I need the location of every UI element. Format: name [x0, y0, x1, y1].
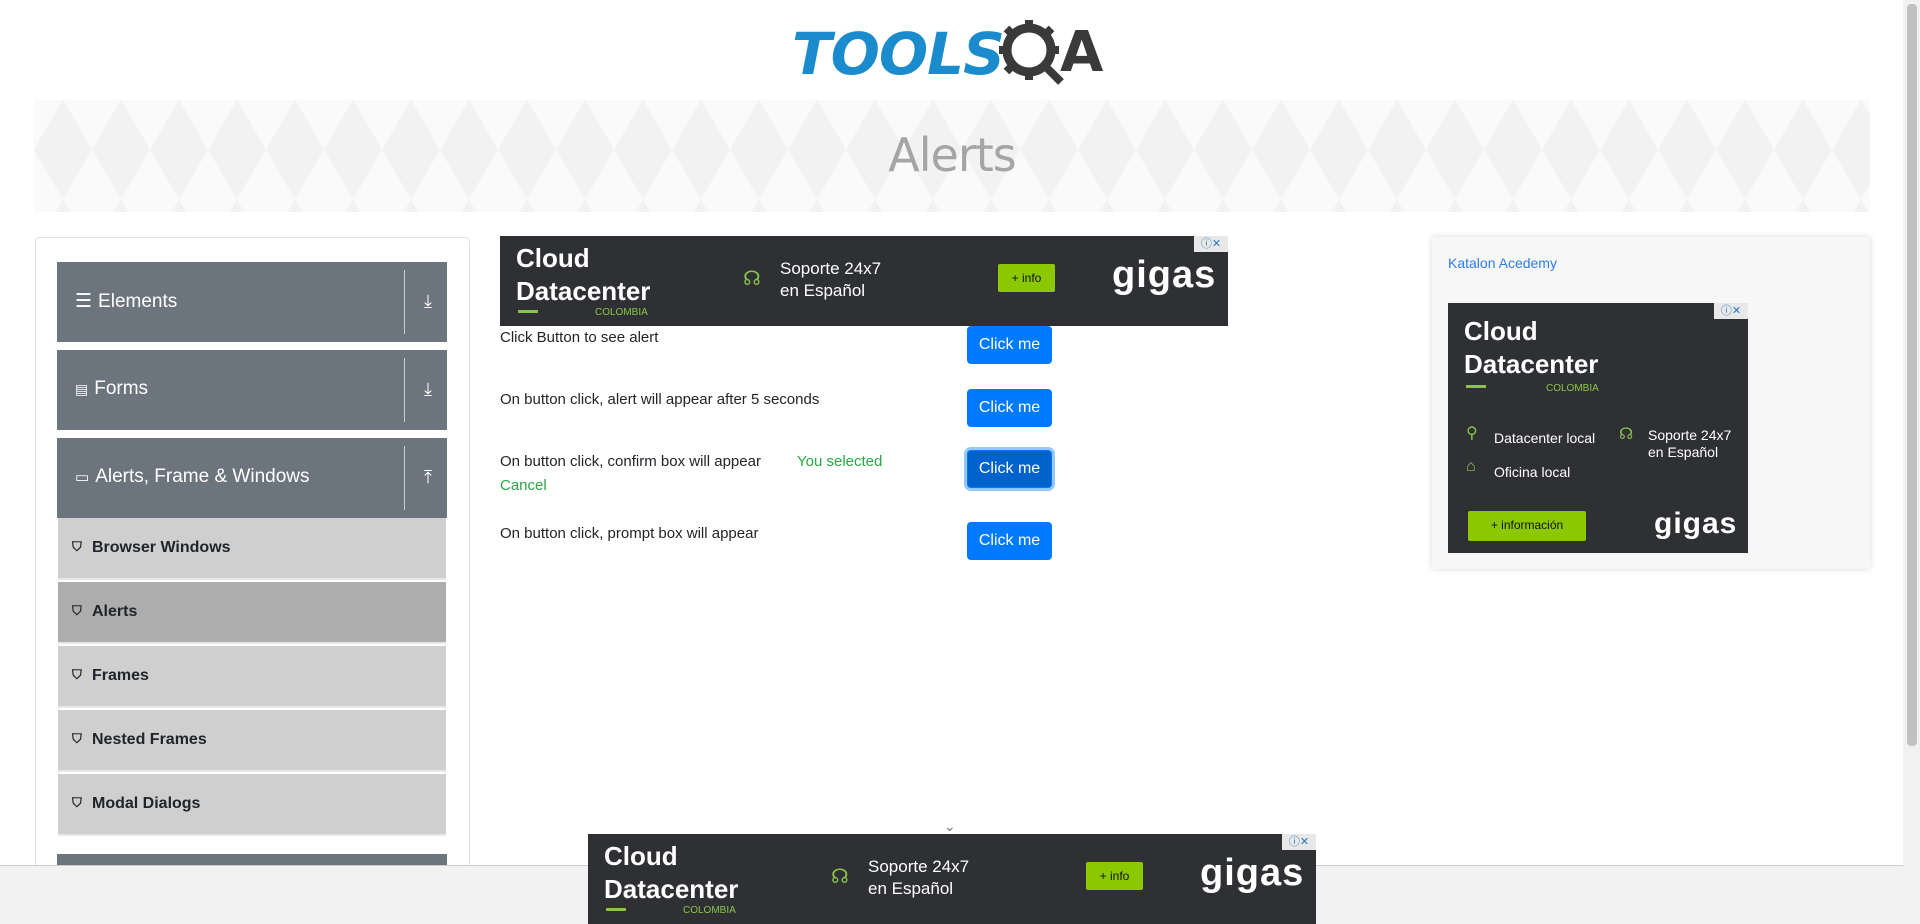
group-elements[interactable]: ☰ Elements ⤓ [57, 262, 447, 342]
sidebar-item-browser-windows[interactable]: ⛉ Browser Windows [58, 518, 446, 580]
chevron-down-icon[interactable]: ⌄ [944, 818, 956, 835]
logo-tools-text: TOOLS [792, 20, 1005, 88]
ad-country: COLOMBIA [595, 307, 648, 318]
ad-feature: Datacenter local [1494, 430, 1596, 446]
headset-icon: ☊ [1619, 426, 1634, 443]
location-pin-icon: ⚲ [1466, 425, 1478, 442]
confirm-button[interactable]: Click me [967, 450, 1052, 488]
page-title: Alerts [888, 128, 1016, 182]
home-icon: ⌂ [1466, 458, 1476, 475]
ad-support: Soporte 24x7 [868, 857, 970, 876]
ad-close-icon[interactable]: ⓘ✕ [1194, 236, 1228, 252]
ad-support: en Español [868, 879, 954, 898]
download-arrow-icon: ⤓ [424, 379, 432, 399]
alert-button[interactable]: Click me [967, 326, 1052, 364]
prompt-row-text: On button click, prompt box will appear [500, 525, 759, 542]
ad-brand: gigas [1200, 852, 1305, 894]
confirm-row-text: On button click, confirm box will appear [500, 453, 761, 470]
ad-accent [606, 908, 626, 911]
divider [404, 446, 405, 510]
hamburger-icon: ☰ [75, 291, 93, 312]
ad-country: COLOMBIA [683, 905, 736, 916]
prompt-button[interactable]: Click me [967, 522, 1052, 560]
ad-title: Cloud [604, 841, 678, 871]
ad-support: en Español [780, 281, 866, 300]
ad-title: Cloud [516, 243, 590, 273]
ad-feature: en Español [1648, 444, 1719, 460]
confirm-result: You selected [797, 453, 883, 470]
ad-info-button[interactable]: + info [998, 264, 1055, 292]
timer-alert-row-text: On button click, alert will appear after… [500, 391, 820, 408]
sidebar-item-label: Browser Windows [92, 539, 231, 556]
ad-banner-bottom[interactable]: Cloud Datacenter COLOMBIA ☊ Soporte 24x7 e… [588, 834, 1316, 924]
headset-icon: ☊ [831, 866, 849, 888]
download-arrow-icon: ⤓ [424, 291, 432, 311]
form-icon: ▤ [75, 380, 89, 397]
confirm-result-value: Cancel [500, 477, 547, 494]
html5-icon: ⛉ [72, 731, 82, 746]
ad-brand: gigas [1112, 254, 1217, 296]
ad-banner-top[interactable]: Cloud Datacenter COLOMBIA ☊ Soporte 24x7 e… [500, 236, 1228, 326]
ad-feature: Soporte 24x7 [1648, 427, 1732, 443]
group-forms-label: Forms [94, 378, 149, 399]
sidebar-item-nested-frames[interactable]: ⛉ Nested Frames [58, 710, 446, 772]
ad-info-button[interactable]: + info [1086, 862, 1143, 890]
group-elements-label: Elements [98, 290, 178, 312]
ad-brand: gigas [1654, 507, 1738, 540]
sidebar-item-modal-dialogs[interactable]: ⛉ Modal Dialogs [58, 774, 446, 836]
sidebar-item-frames[interactable]: ⛉ Frames [58, 646, 446, 708]
headset-icon: ☊ [743, 268, 761, 290]
group-forms[interactable]: ▤ Forms ⤓ [57, 350, 447, 430]
ad-support: Soporte 24x7 [780, 259, 882, 278]
html5-icon: ⛉ [72, 539, 82, 554]
sidebar-item-label: Alerts [92, 603, 138, 620]
alert-row-text: Click Button to see alert [500, 329, 659, 346]
sidebar-item-label: Nested Frames [92, 731, 207, 748]
ad-info-button[interactable]: + información [1468, 511, 1586, 541]
group-alerts-label: Alerts, Frame & Windows [95, 466, 310, 487]
gear-magnifier-icon [999, 20, 1064, 85]
ad-accent [1466, 385, 1486, 388]
left-sidebar: ☰ Elements ⤓ ▤ Forms ⤓ ▭ Alerts, Frame & Wi… [35, 237, 470, 924]
ad-title: Datacenter [1464, 349, 1599, 379]
divider [404, 358, 405, 422]
ad-country: COLOMBIA [1546, 383, 1599, 394]
ad-close-icon[interactable]: ⓘ✕ [1282, 834, 1316, 850]
group-alerts-frame-windows[interactable]: ▭ Alerts, Frame & Windows ⤒ [57, 438, 447, 518]
ad-title: Datacenter [516, 276, 651, 306]
ad-feature: Oficina local [1494, 464, 1571, 480]
logo-a-text: A [1060, 20, 1104, 85]
ad-title: Cloud [1464, 316, 1538, 346]
window-icon: ▭ [75, 469, 90, 486]
ad-title: Datacenter [604, 874, 739, 904]
katalon-academy-link[interactable]: Katalon Acedemy [1448, 255, 1557, 271]
html5-icon: ⛉ [72, 795, 82, 810]
html5-icon: ⛉ [72, 667, 82, 682]
toolsqa-logo[interactable]: TOOLS A [790, 14, 1115, 90]
ad-close-icon[interactable]: ⓘ✕ [1714, 303, 1748, 319]
divider [404, 270, 405, 334]
sidebar-item-label: Frames [92, 667, 149, 684]
sidebar-item-label: Modal Dialogs [92, 795, 201, 812]
scrollbar-thumb[interactable] [1907, 4, 1917, 746]
page-banner: Alerts [34, 100, 1870, 212]
ad-accent [518, 310, 538, 313]
html5-icon: ⛉ [72, 603, 82, 618]
ad-right[interactable]: Cloud Datacenter COLOMBIA ⚲ Datacenter lo… [1448, 303, 1748, 553]
page-scrollbar[interactable] [1903, 0, 1920, 924]
sidebar-item-alerts[interactable]: ⛉ Alerts [58, 582, 446, 644]
right-ad-panel: Katalon Acedemy Cloud Datacenter COLOMBIA… [1432, 237, 1870, 569]
timer-alert-button[interactable]: Click me [967, 389, 1052, 427]
upload-arrow-icon: ⤒ [424, 467, 432, 487]
